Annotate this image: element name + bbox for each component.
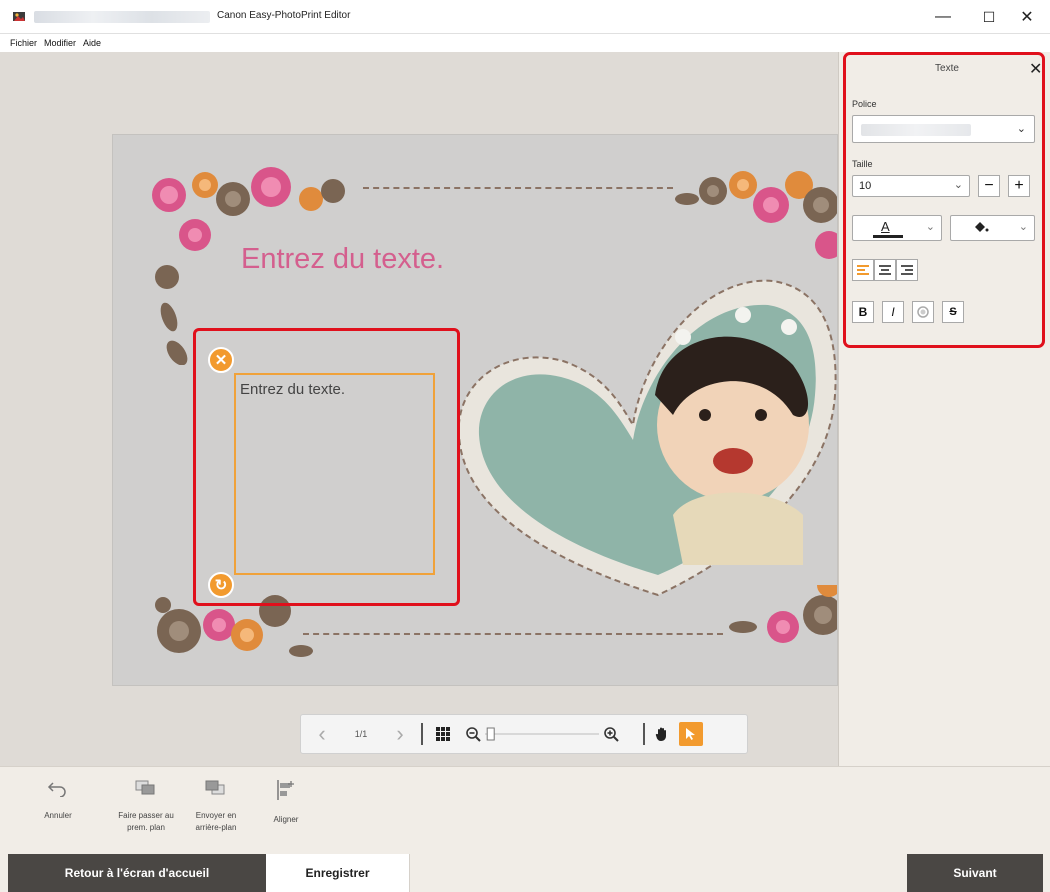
undo-tool[interactable]: Annuler: [28, 779, 88, 822]
align-right-button[interactable]: [896, 259, 918, 281]
outline-button[interactable]: [912, 301, 934, 323]
select-tool-icon[interactable]: [679, 722, 703, 746]
font-select[interactable]: ⌄: [852, 115, 1035, 143]
selected-text-content[interactable]: Entrez du texte.: [240, 381, 345, 398]
app-icon: [13, 12, 25, 21]
size-label: Taille: [852, 159, 873, 169]
panel-title: Texte: [935, 63, 959, 74]
undo-icon: [47, 782, 66, 798]
dashed-divider-bottom: [303, 633, 723, 635]
page-indicator: 1/1: [354, 729, 368, 739]
back-to-home-button[interactable]: Retour à l'écran d'accueil: [8, 854, 266, 892]
canvas-headline-text[interactable]: Entrez du texte.: [241, 243, 444, 276]
hand-tool-icon[interactable]: [645, 726, 679, 742]
minimize-button[interactable]: —: [920, 0, 966, 34]
delete-handle-icon[interactable]: ✕: [208, 347, 234, 373]
prev-page-icon[interactable]: ‹: [301, 721, 343, 747]
paint-bucket-icon: [975, 222, 989, 232]
design-canvas[interactable]: Entrez du texte. Entrez du texte. ✕ ↻: [112, 134, 838, 686]
strikethrough-button[interactable]: S: [942, 301, 964, 323]
align-left-icon: [857, 265, 869, 275]
text-color-icon: A: [881, 219, 890, 234]
text-color-swatch: [873, 235, 903, 238]
edit-toolbar: Annuler Faire passer au prem. plan Envoy…: [0, 766, 1050, 854]
zoom-out-icon[interactable]: [463, 726, 483, 742]
grid-view-icon[interactable]: [423, 727, 463, 741]
bring-front-label: Faire passer au prem. plan: [118, 811, 174, 832]
send-to-back-icon: [205, 780, 225, 795]
zoom-slider-track[interactable]: [483, 724, 601, 744]
size-select[interactable]: 10 ⌄: [852, 175, 970, 197]
rose-decoration-bottom-right: [729, 585, 837, 643]
window-title: Canon Easy-PhotoPrint Editor: [217, 10, 351, 21]
dashed-divider-top: [363, 187, 673, 189]
next-button[interactable]: Suivant: [907, 854, 1043, 892]
align-left-button[interactable]: [852, 259, 874, 281]
chevron-down-icon: ⌄: [1018, 221, 1028, 233]
zoom-slider[interactable]: [483, 724, 601, 744]
align-objects-icon: [277, 780, 294, 800]
zoom-toolbar: ‹ 1/1 ›: [300, 714, 748, 754]
send-back-tool[interactable]: Envoyer en arrière-plan: [186, 779, 246, 834]
align-right-icon: [901, 265, 913, 275]
bold-button[interactable]: B: [852, 301, 874, 323]
font-name-blurred: [861, 124, 971, 136]
footer-bar: Retour à l'écran d'accueil Enregistrer S…: [0, 854, 1050, 892]
highlight-color-select[interactable]: ⌄: [950, 215, 1035, 241]
send-back-label: Envoyer en arrière-plan: [195, 811, 237, 832]
close-button[interactable]: ✕: [1004, 0, 1050, 34]
bring-front-tool[interactable]: Faire passer au prem. plan: [116, 779, 176, 834]
undo-label: Annuler: [44, 811, 72, 820]
align-center-icon: [879, 265, 891, 275]
text-color-select[interactable]: A ⌄: [852, 215, 942, 241]
rose-decoration-top-right: [675, 171, 837, 259]
next-page-icon[interactable]: ›: [379, 721, 421, 747]
font-label: Police: [852, 99, 877, 109]
rotate-handle-icon[interactable]: ↻: [208, 572, 234, 598]
italic-button[interactable]: I: [882, 301, 904, 323]
size-increase-button[interactable]: +: [1008, 175, 1030, 197]
size-decrease-button[interactable]: −: [978, 175, 1000, 197]
align-tool[interactable]: Aligner: [256, 779, 316, 826]
text-panel-highlight: Texte ✕ Police ⌄ Taille 10 ⌄ − + A ⌄ ⌄ B…: [843, 52, 1045, 348]
chevron-down-icon: ⌄: [925, 221, 935, 233]
align-center-button[interactable]: [874, 259, 896, 281]
selected-text-box[interactable]: [234, 373, 435, 575]
title-bar: Canon Easy-PhotoPrint Editor — ☐ ✕: [0, 0, 1050, 34]
panel-close-icon[interactable]: ✕: [1029, 59, 1042, 79]
menu-modifier[interactable]: Modifier: [44, 38, 76, 48]
chevron-down-icon: ⌄: [953, 179, 963, 191]
outline-icon: [917, 306, 929, 318]
menu-aide[interactable]: Aide: [83, 38, 101, 48]
menu-fichier[interactable]: Fichier: [10, 38, 37, 48]
zoom-in-icon[interactable]: [601, 726, 621, 742]
size-value: 10: [859, 180, 872, 192]
menu-bar: Fichier Modifier Aide: [0, 34, 1050, 52]
chevron-down-icon: ⌄: [1016, 123, 1026, 135]
heart-photo-frame[interactable]: [443, 265, 838, 605]
save-button[interactable]: Enregistrer: [266, 854, 410, 892]
bring-to-front-icon: [135, 780, 155, 795]
title-blurred-filename: [34, 11, 210, 23]
align-label: Aligner: [273, 815, 299, 824]
text-properties-panel: Texte ✕ Police ⌄ Taille 10 ⌄ − + A ⌄ ⌄ B…: [838, 52, 1050, 766]
editor-workspace: Entrez du texte. Entrez du texte. ✕ ↻ ‹ …: [0, 52, 838, 766]
